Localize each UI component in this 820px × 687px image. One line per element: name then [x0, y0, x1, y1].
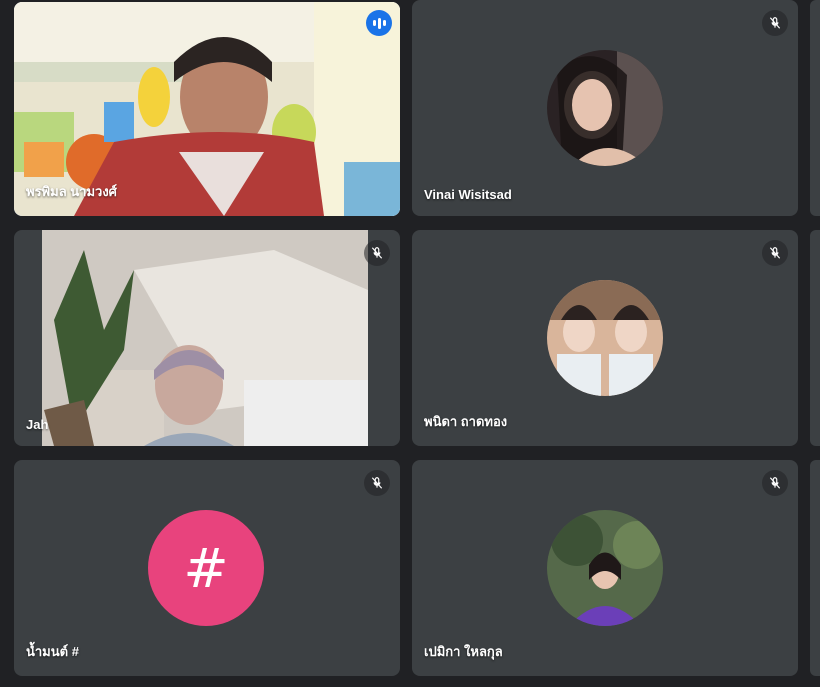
- participant-tile-6[interactable]: เปมิกา ใหลกุล: [412, 460, 798, 676]
- letter-avatar: #: [148, 510, 264, 626]
- offscreen-tile: [810, 460, 820, 676]
- mic-off-icon: [762, 240, 788, 266]
- participant-name: Vinai Wisitsad: [424, 187, 512, 202]
- participant-name: Jah: [26, 417, 49, 432]
- participant-tile-5[interactable]: # น้ำมนต์ #: [14, 460, 400, 676]
- speaking-indicator-icon: [366, 10, 392, 36]
- participant-tile-2[interactable]: Vinai Wisitsad: [412, 0, 798, 216]
- offscreen-tile: [810, 230, 820, 446]
- participant-name: พนิดา ถาดทอง: [424, 414, 508, 429]
- video-feed: [42, 230, 368, 446]
- mic-off-icon: [762, 10, 788, 36]
- mic-off-icon: [364, 240, 390, 266]
- participant-tile-1[interactable]: พรพิมล นามวงศ์: [14, 2, 400, 216]
- avatar: [547, 50, 663, 166]
- offscreen-tile: [810, 0, 820, 216]
- mic-off-icon: [762, 470, 788, 496]
- participant-tile-4[interactable]: พนิดา ถาดทอง: [412, 230, 798, 446]
- participant-name: เปมิกา ใหลกุล: [424, 644, 503, 659]
- participant-name: พรพิมล นามวงศ์: [26, 184, 117, 199]
- mic-off-icon: [364, 470, 390, 496]
- participant-name: น้ำมนต์ #: [26, 644, 79, 659]
- avatar-letter: #: [183, 536, 229, 600]
- avatar: [547, 510, 663, 626]
- avatar: [547, 280, 663, 396]
- participant-tile-3[interactable]: Jah: [14, 230, 400, 446]
